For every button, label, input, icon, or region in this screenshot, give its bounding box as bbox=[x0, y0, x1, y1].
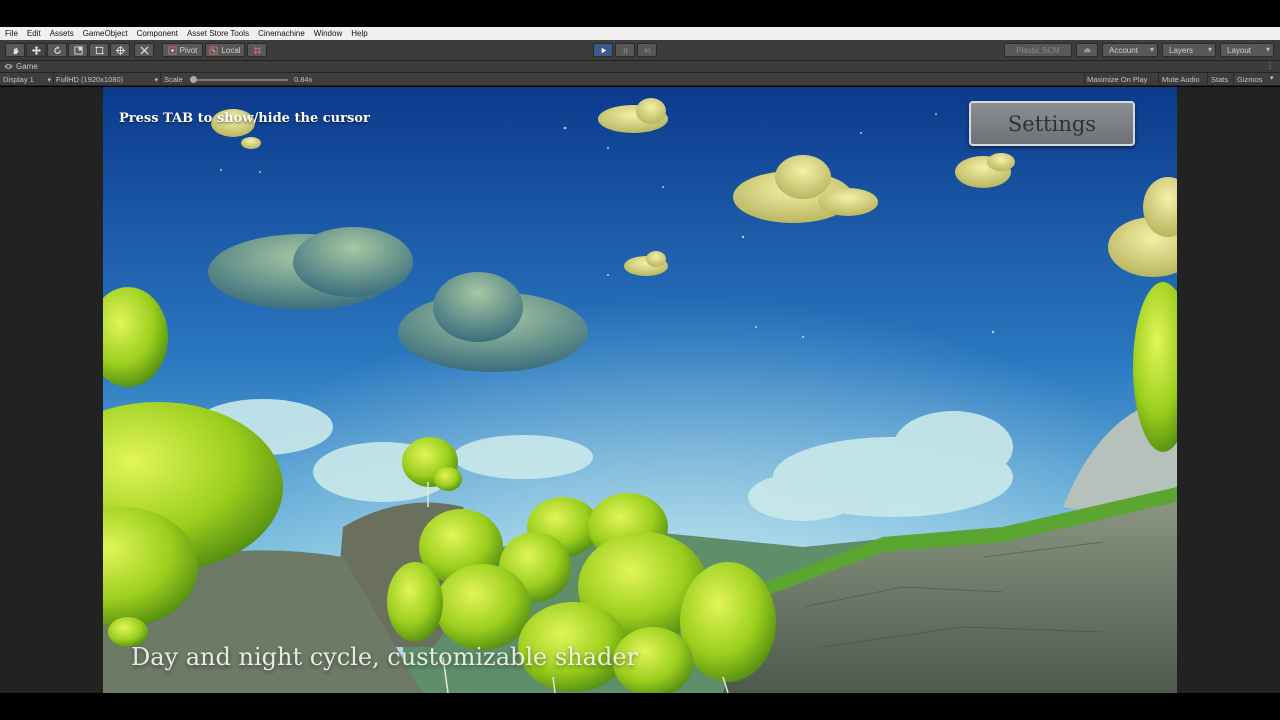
plastic-scm-label: Plastic SCM bbox=[1016, 45, 1060, 55]
play-icon bbox=[601, 47, 606, 53]
menu-asset-store-tools[interactable]: Asset Store Tools bbox=[187, 29, 249, 38]
transform-icon bbox=[115, 45, 125, 55]
letterbox-bottom bbox=[0, 693, 1280, 720]
chevron-down-icon[interactable]: ▾ bbox=[1270, 74, 1274, 82]
hand-tool-button[interactable] bbox=[5, 43, 25, 57]
menu-component[interactable]: Component bbox=[137, 29, 178, 38]
cloud-icon bbox=[1083, 47, 1091, 52]
local-toggle[interactable]: Local bbox=[205, 43, 245, 57]
menu-bar: File Edit Assets GameObject Component As… bbox=[0, 27, 1280, 40]
cloud-button[interactable] bbox=[1076, 43, 1098, 57]
divider bbox=[1158, 73, 1159, 86]
plastic-scm-button[interactable]: Plastic SCM bbox=[1004, 43, 1072, 57]
scale-label: Scale bbox=[164, 75, 183, 84]
display-dropdown[interactable]: Display 1 ▾ bbox=[3, 74, 51, 85]
layout-dropdown[interactable]: Layout bbox=[1220, 43, 1274, 57]
menu-cinemachine[interactable]: Cinemachine bbox=[258, 29, 305, 38]
display-label: Display 1 bbox=[3, 75, 34, 84]
scale-slider-track[interactable] bbox=[192, 79, 288, 81]
gizmos-dropdown[interactable]: Gizmos bbox=[1237, 74, 1262, 85]
grid-snap-button[interactable] bbox=[247, 43, 267, 57]
settings-button[interactable]: Settings bbox=[969, 101, 1135, 146]
tab-game-label: Game bbox=[16, 62, 38, 71]
game-viewport[interactable]: Press TAB to show/hide the cursor Settin… bbox=[103, 87, 1177, 693]
tab-game[interactable]: Game bbox=[4, 62, 38, 71]
mute-audio-toggle[interactable]: Mute Audio bbox=[1162, 74, 1200, 85]
divider bbox=[53, 73, 54, 86]
eye-icon bbox=[4, 63, 13, 70]
maximize-on-play-toggle[interactable]: Maximize On Play bbox=[1087, 74, 1147, 85]
pause-icon bbox=[623, 47, 627, 53]
scale-value: 0.84x bbox=[294, 75, 313, 84]
pivot-icon bbox=[168, 45, 177, 55]
custom-tool-icon bbox=[139, 45, 149, 55]
grid-snap-icon bbox=[253, 46, 261, 54]
pause-button[interactable] bbox=[615, 43, 635, 57]
custom-tool-button[interactable] bbox=[134, 43, 154, 57]
rect-icon bbox=[94, 45, 104, 55]
menu-file[interactable]: File bbox=[5, 29, 18, 38]
rotate-tool-button[interactable] bbox=[47, 43, 67, 57]
main-toolbar: Pivot Local Plastic SCM Account Layers L… bbox=[0, 40, 1280, 61]
scale-slider-thumb[interactable] bbox=[190, 76, 197, 83]
resolution-dropdown[interactable]: FullHD (1920x1080) ▾ bbox=[56, 74, 158, 85]
game-view-margin-right bbox=[1177, 87, 1280, 693]
play-button[interactable] bbox=[593, 43, 613, 57]
divider bbox=[1233, 73, 1234, 86]
resolution-label: FullHD (1920x1080) bbox=[56, 75, 124, 84]
cursor-hint-text: Press TAB to show/hide the cursor bbox=[119, 111, 370, 126]
move-tool-button[interactable] bbox=[26, 43, 46, 57]
account-dropdown[interactable]: Account bbox=[1102, 43, 1158, 57]
step-button[interactable] bbox=[637, 43, 657, 57]
menu-assets[interactable]: Assets bbox=[50, 29, 74, 38]
feature-caption: Day and night cycle, customizable shader bbox=[131, 643, 638, 671]
account-label: Account bbox=[1109, 45, 1138, 55]
local-icon bbox=[209, 45, 218, 55]
divider bbox=[1084, 73, 1085, 86]
kebab-icon[interactable]: ⋮ bbox=[1266, 61, 1274, 70]
game-tab-bar: Game ⋮ bbox=[0, 61, 1280, 73]
layers-label: Layers bbox=[1169, 45, 1194, 55]
hand-icon bbox=[13, 47, 18, 54]
menu-edit[interactable]: Edit bbox=[27, 29, 41, 38]
scale-icon bbox=[73, 45, 83, 55]
layout-label: Layout bbox=[1227, 45, 1252, 55]
letterbox-top bbox=[0, 0, 1280, 27]
menu-gameobject[interactable]: GameObject bbox=[83, 29, 128, 38]
scale-tool-button[interactable] bbox=[68, 43, 88, 57]
rotate-icon bbox=[53, 45, 61, 54]
transform-tool-button[interactable] bbox=[110, 43, 130, 57]
game-scene bbox=[103, 87, 1177, 693]
chevron-down-icon: ▾ bbox=[154, 76, 158, 84]
menu-window[interactable]: Window bbox=[314, 29, 342, 38]
game-view-margin-left bbox=[0, 87, 103, 693]
step-icon bbox=[644, 47, 650, 53]
menu-help[interactable]: Help bbox=[351, 29, 367, 38]
divider bbox=[160, 73, 161, 86]
move-icon bbox=[31, 45, 41, 55]
chevron-down-icon: ▾ bbox=[47, 76, 51, 84]
game-view-bar: Display 1 ▾ FullHD (1920x1080) ▾ Scale 0… bbox=[0, 73, 1280, 86]
divider bbox=[1207, 73, 1208, 86]
rect-tool-button[interactable] bbox=[89, 43, 109, 57]
stats-toggle[interactable]: Stats bbox=[1211, 74, 1228, 85]
local-label: Local bbox=[221, 45, 241, 55]
pivot-label: Pivot bbox=[179, 45, 198, 55]
layers-dropdown[interactable]: Layers bbox=[1162, 43, 1216, 57]
pivot-toggle[interactable]: Pivot bbox=[162, 43, 203, 57]
